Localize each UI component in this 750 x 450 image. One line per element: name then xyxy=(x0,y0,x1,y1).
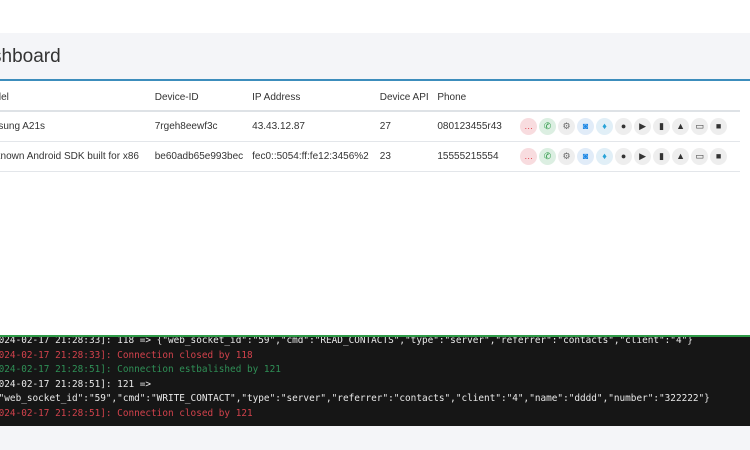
log-line: 2024-02-17 21:28:33]: Connection closed … xyxy=(0,349,253,361)
screen-icon: ▭ xyxy=(695,121,704,131)
log-line: 2024-02-17 21:28:33]: 118 => {"web_socke… xyxy=(0,335,693,346)
log-line: {"web_socket_id":"59","cmd":"WRITE_CONTA… xyxy=(0,393,710,404)
table-header-row: odel Device-ID IP Address Device API Pho… xyxy=(0,84,740,112)
screen-icon: ▭ xyxy=(695,151,704,161)
bell-button[interactable]: ▲ xyxy=(672,118,690,135)
column-header-ip-address: IP Address xyxy=(252,84,380,112)
screen-button[interactable]: ▭ xyxy=(691,118,709,135)
page-title: shboard xyxy=(0,46,61,67)
more-icon: ■ xyxy=(715,121,722,131)
cell-device-api: 23 xyxy=(379,141,438,172)
camera-button[interactable]: ◙ xyxy=(577,118,595,135)
cell-model: nknown Android SDK built for x86 xyxy=(0,141,155,172)
more-icon: ■ xyxy=(715,151,722,161)
call-icon: ✆ xyxy=(543,121,552,131)
settings-button[interactable]: ⚙ xyxy=(558,148,576,165)
play-icon: ▶ xyxy=(639,121,647,131)
table-row: msung A21s 7rgeh8eewf3c 43.43.12.87 27 0… xyxy=(0,111,740,142)
footer xyxy=(0,426,750,450)
more-button[interactable]: ■ xyxy=(710,148,728,165)
play-icon: ▶ xyxy=(639,151,647,161)
location-button[interactable]: ● xyxy=(615,148,633,165)
play-button[interactable]: ▶ xyxy=(634,148,652,165)
column-header-device-id: Device-ID xyxy=(154,84,253,112)
column-header-actions xyxy=(520,84,740,112)
camera-button[interactable]: ◙ xyxy=(577,148,595,165)
page-header: shboard xyxy=(0,33,750,81)
play-button[interactable]: ▶ xyxy=(634,118,652,135)
cell-ip-address: 43.43.12.87 xyxy=(252,111,380,142)
cell-actions: … ✆ ⚙ ◙ ♦ ● ▶ ▮ ▲ ▭ ■ xyxy=(520,141,740,172)
screen-button[interactable]: ▭ xyxy=(691,148,709,165)
call-button[interactable]: ✆ xyxy=(539,148,557,165)
cell-ip-address: fec0::5054:ff:fe12:3456%2 xyxy=(252,141,380,172)
file-icon: ▮ xyxy=(659,121,665,131)
cell-model: msung A21s xyxy=(0,111,155,142)
settings-icon: ⚙ xyxy=(562,151,571,161)
top-navbar xyxy=(0,0,750,33)
cell-device-id: be60adb65e993bec xyxy=(154,141,253,172)
call-button[interactable]: ✆ xyxy=(539,118,557,135)
microphone-button[interactable]: ♦ xyxy=(596,148,614,165)
cell-actions: … ✆ ⚙ ◙ ♦ ● ▶ ▮ ▲ ▭ ■ xyxy=(520,111,740,142)
microphone-icon: ♦ xyxy=(602,151,607,161)
sms-button[interactable]: … xyxy=(520,118,538,135)
file-button[interactable]: ▮ xyxy=(653,118,671,135)
cell-phone: 080123455r43 xyxy=(437,111,521,142)
column-header-device-api: Device API xyxy=(379,84,438,112)
log-console[interactable]: 2024-02-17 21:28:33]: 118 => {"web_socke… xyxy=(0,335,750,428)
column-header-phone: Phone xyxy=(437,84,521,112)
location-button[interactable]: ● xyxy=(615,118,633,135)
cell-device-id: 7rgeh8eewf3c xyxy=(154,111,253,142)
column-header-model: odel xyxy=(0,84,155,112)
call-icon: ✆ xyxy=(543,151,552,161)
row-action-buttons: … ✆ ⚙ ◙ ♦ ● ▶ ▮ ▲ ▭ ■ xyxy=(520,148,740,165)
bell-button[interactable]: ▲ xyxy=(672,148,690,165)
log-line: 2024-02-17 21:28:51]: 121 => xyxy=(0,378,152,390)
microphone-button[interactable]: ♦ xyxy=(596,118,614,135)
camera-icon: ◙ xyxy=(582,151,589,161)
sms-icon: … xyxy=(524,121,534,131)
microphone-icon: ♦ xyxy=(602,121,607,131)
file-icon: ▮ xyxy=(659,151,665,161)
sms-icon: … xyxy=(524,151,534,161)
file-button[interactable]: ▮ xyxy=(653,148,671,165)
settings-icon: ⚙ xyxy=(562,121,571,131)
bell-icon: ▲ xyxy=(676,121,686,131)
log-line: 2024-02-17 21:28:51]: Connection closed … xyxy=(0,407,253,419)
location-icon: ● xyxy=(620,121,627,131)
cell-phone: 15555215554 xyxy=(437,141,521,172)
main-content: shboard odel Device-ID IP Address Device… xyxy=(0,33,750,335)
cell-device-api: 27 xyxy=(379,111,438,142)
devices-table: odel Device-ID IP Address Device API Pho… xyxy=(0,84,740,172)
table-row: nknown Android SDK built for x86 be60adb… xyxy=(0,141,740,172)
settings-button[interactable]: ⚙ xyxy=(558,118,576,135)
log-line: 2024-02-17 21:28:51]: Connection estbali… xyxy=(0,364,281,375)
bell-icon: ▲ xyxy=(676,151,686,161)
location-icon: ● xyxy=(620,151,627,161)
row-action-buttons: … ✆ ⚙ ◙ ♦ ● ▶ ▮ ▲ ▭ ■ xyxy=(520,118,740,135)
more-button[interactable]: ■ xyxy=(710,118,728,135)
camera-icon: ◙ xyxy=(582,121,589,131)
sms-button[interactable]: … xyxy=(520,148,538,165)
